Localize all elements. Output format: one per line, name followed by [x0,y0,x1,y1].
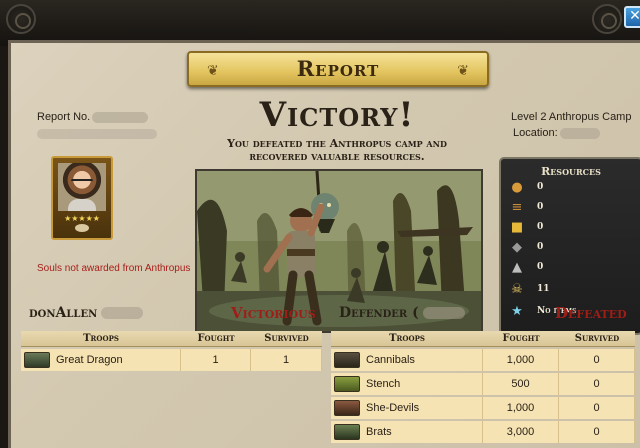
survived-cell: 0 [559,397,635,419]
ore-icon: ◆ [512,240,522,255]
location-label: Location: [513,127,558,139]
resource-row-wood: ≡ 0 [509,199,635,217]
table-header-row: Troops Fought Survived [21,331,322,347]
cannibals-icon[interactable] [334,352,360,368]
resource-row-ore: ◆ 0 [509,239,635,257]
table-row: Stench 500 0 [331,373,635,395]
close-button[interactable]: ✕ [624,6,640,28]
column-header-fought: Fought [181,331,251,347]
resource-value: 11 [537,284,550,294]
defender-name: Defender ( [339,305,465,321]
troop-cell: She-Devils [331,397,483,419]
victory-heading: Victory! [259,95,415,135]
rank-stars-icon: ★★★★★ [64,214,100,223]
resource-value: 0 [537,202,544,212]
avatar-glasses [71,179,93,184]
redacted-value [92,111,149,123]
target-camp: Level 2 Anthropus Camp [511,111,632,123]
victory-subtitle: You defeated the Anthropus camp and reco… [227,137,447,163]
scroll-ornament-icon: ❦ [457,63,469,79]
table-row: Brats 3,000 0 [331,421,635,443]
defender-troops-table: Troops Fought Survived Cannibals 1,000 0… [331,329,635,445]
troop-name: Great Dragon [56,354,123,366]
resource-value: 0 [537,222,544,232]
defender-result: Defeated [555,304,627,322]
resource-value: 0 [537,262,544,272]
food-icon: ● [511,180,523,195]
close-icon: ✕ [629,8,640,24]
table-row: Great Dragon 1 1 [21,349,322,371]
troop-name: Stench [366,378,401,390]
rank-wings-icon [75,224,89,232]
redacted-value [559,127,600,139]
troop-cell: Brats [331,421,483,443]
resource-row-stone: ▲ 0 [509,259,635,277]
great-dragon-icon[interactable] [24,352,50,368]
attacker-name-text: donAllen [29,305,98,321]
resource-row-souls: ☠ 11 [509,281,635,299]
stone-icon: ▲ [512,260,522,275]
survived-cell: 0 [559,373,635,395]
fought-cell: 1 [181,349,251,371]
attacker-result: Victorious [231,304,316,322]
redacted-value [37,129,157,139]
table-row: She-Devils 1,000 0 [331,397,635,419]
resource-value: 0 [537,182,544,192]
troop-cell: Cannibals [331,349,483,371]
stench-icon[interactable] [334,376,360,392]
fought-cell: 3,000 [483,421,559,443]
redacted-value [101,307,144,319]
survived-cell: 0 [559,349,635,371]
resource-row-gold: ■ 0 [509,219,635,237]
target-location: Location: [513,127,600,139]
redacted-value [422,307,465,319]
troop-name: She-Devils [366,402,420,414]
defender-name-text: Defender ( [339,305,419,321]
report-panel: ❦ Report ❦ Report No. Victory! You defea… [8,40,640,448]
fought-cell: 500 [483,373,559,395]
column-header-troops: Troops [21,331,181,347]
avatar [58,163,106,211]
table-row: Cannibals 1,000 0 [331,349,635,371]
resources-title: Resources [541,165,601,178]
column-header-survived: Survived [559,331,635,347]
survived-cell: 1 [251,349,322,371]
brats-icon[interactable] [334,424,360,440]
fought-cell: 1,000 [483,397,559,419]
souls-skull-icon: ☠ [511,282,523,297]
souls-note: Souls not awarded from Anthropus [37,263,191,274]
corner-ornament-icon [592,4,622,34]
attacker-name: donAllen [29,305,144,321]
troop-cell: Stench [331,373,483,395]
resource-value: 0 [537,242,544,252]
wood-icon: ≡ [511,200,523,215]
she-devils-icon[interactable] [334,400,360,416]
avatar-shirt [68,199,96,211]
report-number: Report No. [37,111,149,123]
gold-icon: ■ [510,220,524,235]
troop-name: Brats [366,426,392,438]
window-title: Report [296,56,380,81]
table-header-row: Troops Fought Survived [331,331,635,347]
survived-cell: 0 [559,421,635,443]
column-header-fought: Fought [483,331,559,347]
column-header-troops: Troops [331,331,483,347]
scroll-ornament-icon: ❦ [207,63,219,79]
troop-cell: Great Dragon [21,349,181,371]
attacker-troops-table: Troops Fought Survived Great Dragon 1 1 [21,329,322,373]
troop-name: Cannibals [366,354,415,366]
fought-cell: 1,000 [483,349,559,371]
item-star-icon: ★ [511,304,523,319]
player-avatar-frame[interactable]: ★★★★★ [51,156,113,240]
report-number-label: Report No. [37,111,91,123]
column-header-survived: Survived [251,331,322,347]
corner-ornament-icon [6,4,36,34]
title-banner: ❦ Report ❦ [187,51,489,87]
resource-row-food: ● 0 [509,179,635,197]
